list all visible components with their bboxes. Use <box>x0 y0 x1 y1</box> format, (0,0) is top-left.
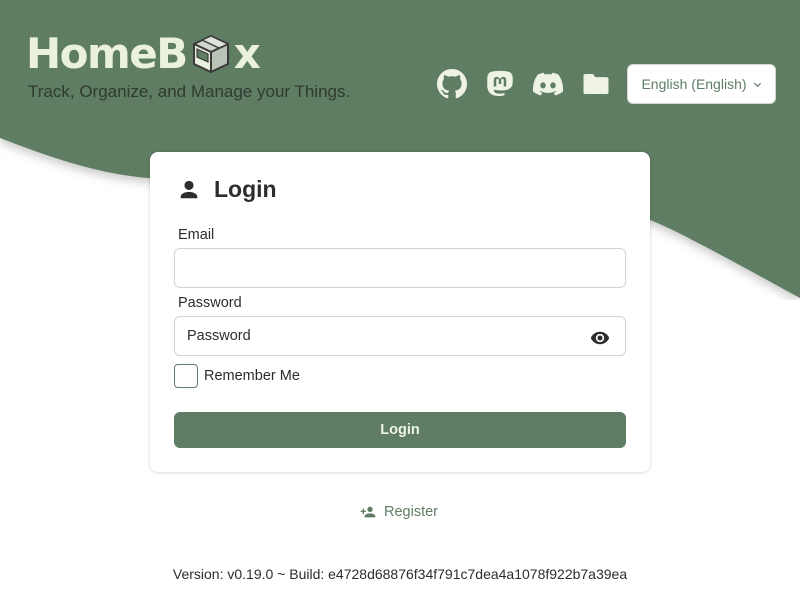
login-title-text: Login <box>214 176 277 202</box>
logo-text-prefix: HomeB <box>26 29 188 78</box>
mastodon-icon[interactable] <box>484 68 516 100</box>
login-button[interactable]: Login <box>174 412 626 448</box>
remember-me-label: Remember Me <box>204 368 300 384</box>
language-select-value: English (English) <box>641 76 747 92</box>
nav-links <box>436 68 628 100</box>
register-link[interactable]: Register <box>360 504 438 520</box>
password-field[interactable] <box>174 316 626 356</box>
login-title: Login <box>178 176 277 203</box>
email-field[interactable] <box>174 248 626 288</box>
brand: HomeB x Track, Organize, and Manage your… <box>26 30 350 102</box>
discord-icon[interactable] <box>532 68 564 100</box>
folder-icon[interactable] <box>580 68 612 100</box>
remember-me-checkbox[interactable] <box>174 364 198 388</box>
login-card: Login Email Password Remember Me Login <box>150 152 650 472</box>
register-label: Register <box>384 504 438 520</box>
language-select[interactable]: English (English) <box>627 64 776 104</box>
password-label: Password <box>178 295 242 311</box>
tagline: Track, Organize, and Manage your Things. <box>28 82 351 101</box>
box-icon <box>192 35 229 73</box>
user-icon <box>180 180 198 198</box>
email-label: Email <box>178 227 215 243</box>
eye-icon[interactable] <box>588 326 612 350</box>
logo-text-suffix: x <box>233 29 261 78</box>
logo: HomeB x <box>26 30 350 78</box>
remember-me[interactable]: Remember Me <box>174 364 300 388</box>
user-plus-icon <box>360 506 376 518</box>
version-info: Version: v0.19.0 ~ Build: e4728d68876f34… <box>172 566 628 582</box>
chevron-down-icon <box>753 82 761 87</box>
github-icon[interactable] <box>436 68 468 100</box>
